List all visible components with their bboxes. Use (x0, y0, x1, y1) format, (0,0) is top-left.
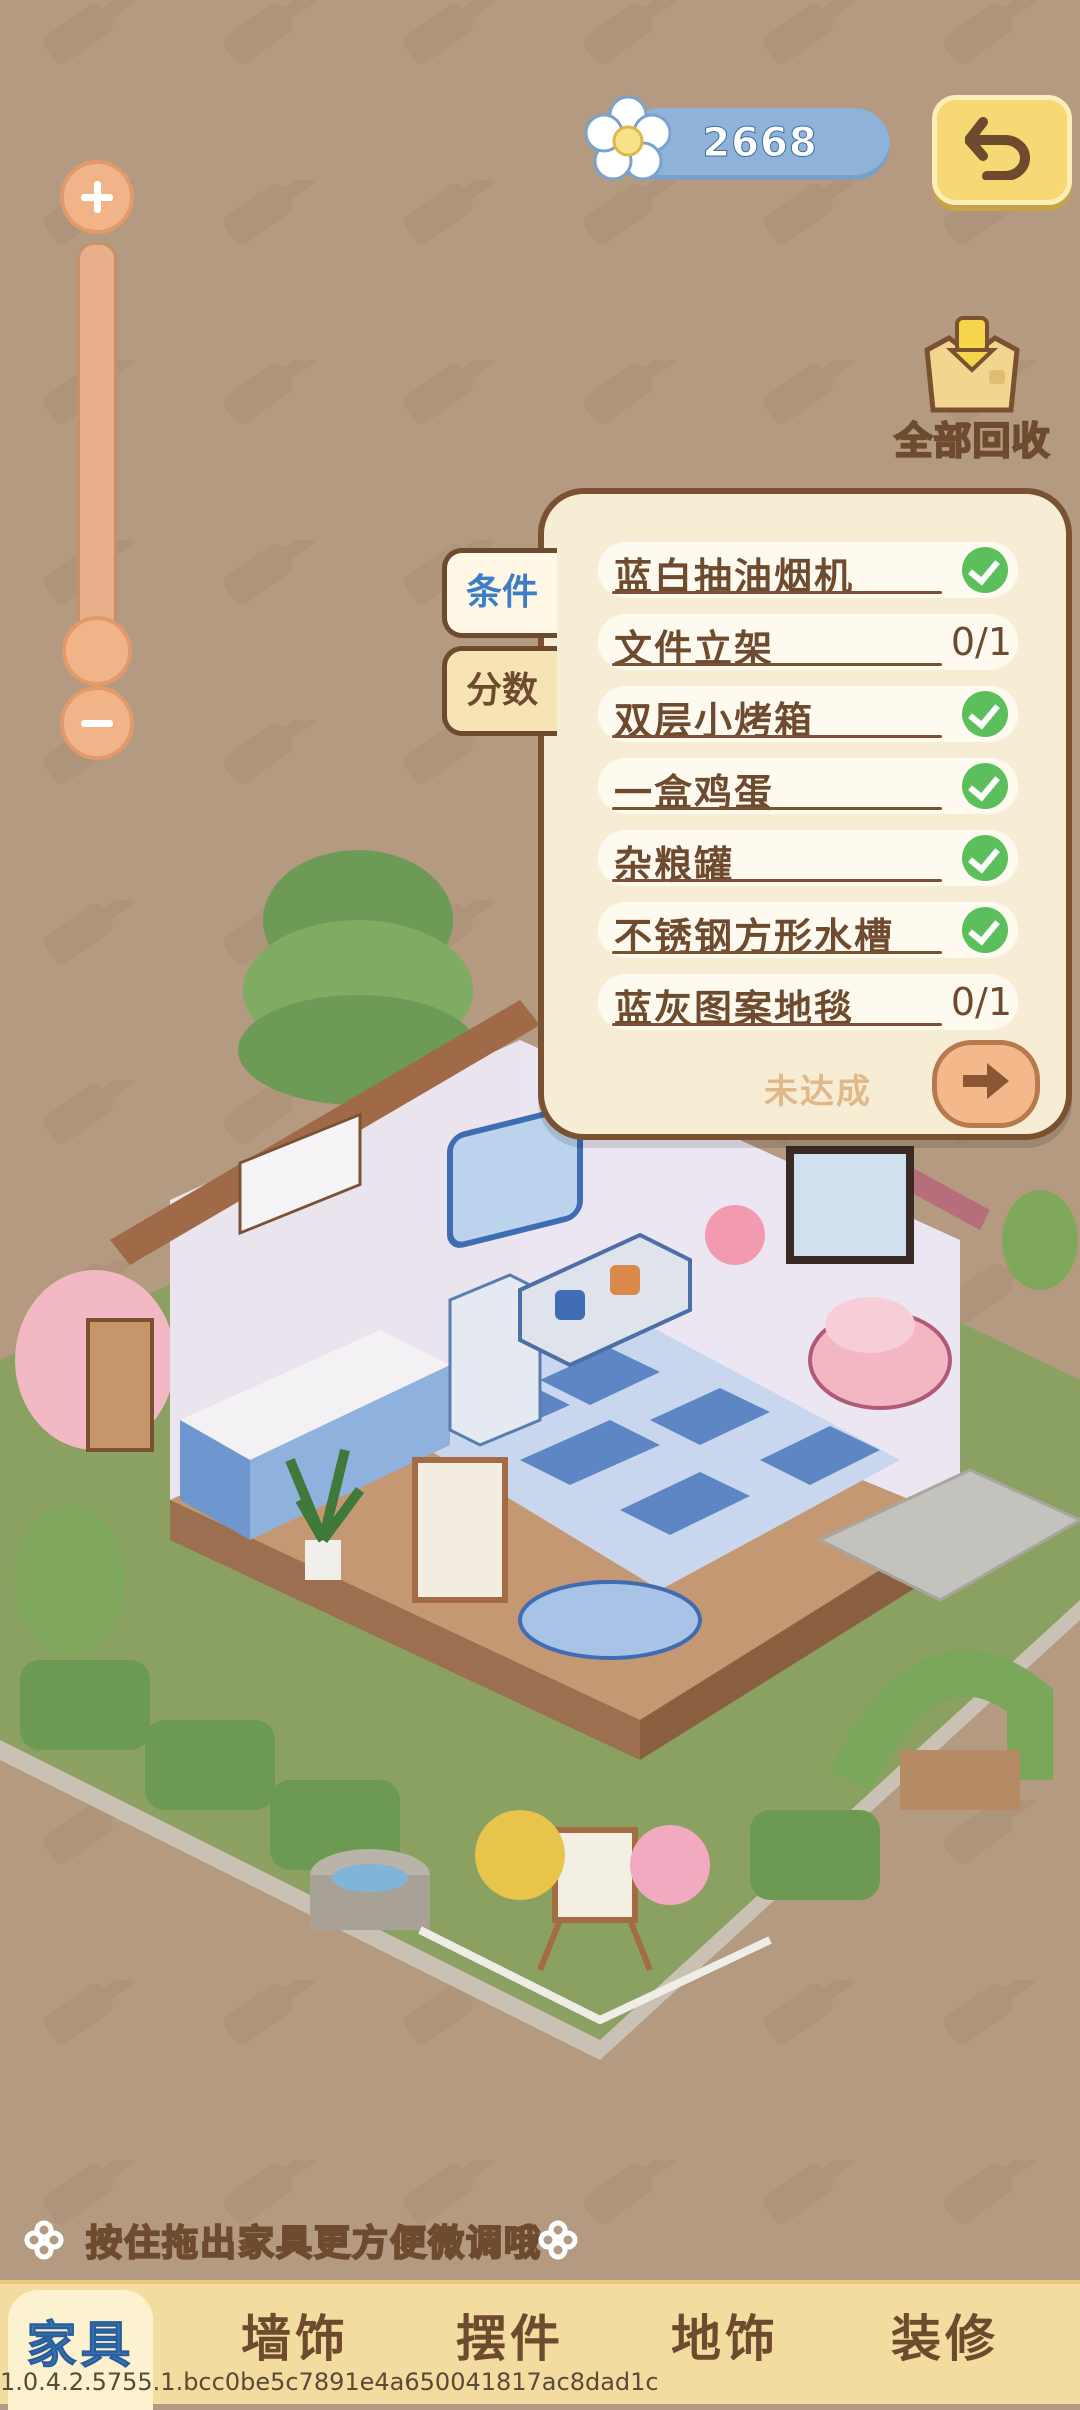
tab-conditions-label: 条件 (465, 572, 538, 613)
next-button[interactable] (932, 1040, 1040, 1128)
condition-row: 一盒鸡蛋 (598, 758, 1018, 815)
flower-vase (705, 1205, 765, 1265)
door (86, 1318, 154, 1452)
tab-ornaments-label: 摆件 (456, 2310, 564, 2368)
currency-display: 2668 (584, 95, 890, 184)
check-icon (962, 547, 1008, 593)
room-divider (412, 1457, 508, 1603)
condition-underline (612, 1023, 942, 1026)
recycle-box-icon (924, 316, 1020, 413)
hint-text: 按住拖出家具更方便微调哦 (85, 2222, 543, 2265)
recycle-all-label: 全部回收 (893, 418, 1051, 464)
back-button[interactable] (932, 95, 1072, 205)
check-icon (962, 907, 1008, 953)
pink-flowers (630, 1825, 710, 1905)
condition-count: 0/1 (950, 620, 1012, 664)
check-icon (962, 763, 1008, 809)
tab-renovation-label: 装修 (891, 2310, 999, 2368)
condition-row: 杂粮罐 (598, 830, 1018, 887)
cat-topiary-right (1002, 1190, 1078, 1290)
condition-row: 蓝灰图案地毯 0/1 (598, 974, 1018, 1031)
tab-wall-decor-label: 墙饰 (241, 2310, 349, 2368)
condition-underline (612, 735, 942, 738)
condition-underline (612, 879, 942, 882)
condition-row: 蓝白抽油烟机 (598, 542, 1018, 599)
zoom-out-button[interactable] (60, 686, 134, 760)
clover-icon (24, 2220, 64, 2260)
tab-score[interactable]: 分数 (442, 646, 557, 736)
recycle-all-button[interactable]: 全部回收 (885, 310, 1060, 470)
check-icon (962, 691, 1008, 737)
conditions-panel: 蓝白抽油烟机 文件立架 0/1 双层小烤箱 一盒鸡蛋 杂粮罐 不锈钢方形水槽 蓝… (538, 488, 1072, 1140)
zoom-in-button[interactable] (60, 160, 134, 234)
condition-row: 双层小烤箱 (598, 686, 1018, 743)
condition-row: 不锈钢方形水槽 (598, 902, 1018, 959)
tab-score-label: 分数 (465, 670, 538, 711)
right-window (786, 1146, 914, 1264)
condition-count: 0/1 (950, 980, 1012, 1024)
clover-icon (538, 2220, 578, 2260)
conditions-list[interactable]: 蓝白抽油烟机 文件立架 0/1 双层小烤箱 一盒鸡蛋 杂粮罐 不锈钢方形水槽 蓝… (598, 542, 1018, 1046)
condition-underline (612, 663, 942, 666)
zoom-slider-track[interactable] (77, 242, 117, 658)
flower-icon (584, 95, 672, 181)
condition-underline (612, 807, 942, 810)
blue-rug (518, 1580, 702, 1660)
condition-row: 文件立架 0/1 (598, 614, 1018, 671)
undo-arrow-icon (965, 117, 1030, 180)
tab-conditions[interactable]: 条件 (442, 548, 557, 638)
hint-bar: 按住拖出家具更方便微调哦 (0, 2210, 1080, 2270)
tab-renovation[interactable]: 装修 (840, 2284, 1050, 2404)
condition-underline (612, 951, 942, 954)
currency-value: 2668 (702, 120, 818, 167)
version-string: 1.0.4.2.5755.1.bcc0be5c7891e4a650041817a… (0, 2368, 659, 2396)
yellow-flowers (475, 1810, 565, 1900)
condition-underline (612, 591, 942, 594)
zoom-slider-handle[interactable] (62, 616, 132, 686)
arrow-right-icon (963, 1063, 1009, 1099)
well (310, 1849, 430, 1930)
completion-status: 未达成 (764, 1072, 872, 1112)
tab-furniture-label: 家具 (26, 2316, 135, 2375)
tab-floor-decor-label: 地饰 (671, 2310, 779, 2368)
check-icon (962, 835, 1008, 881)
cat-topiary-left (15, 1505, 125, 1655)
